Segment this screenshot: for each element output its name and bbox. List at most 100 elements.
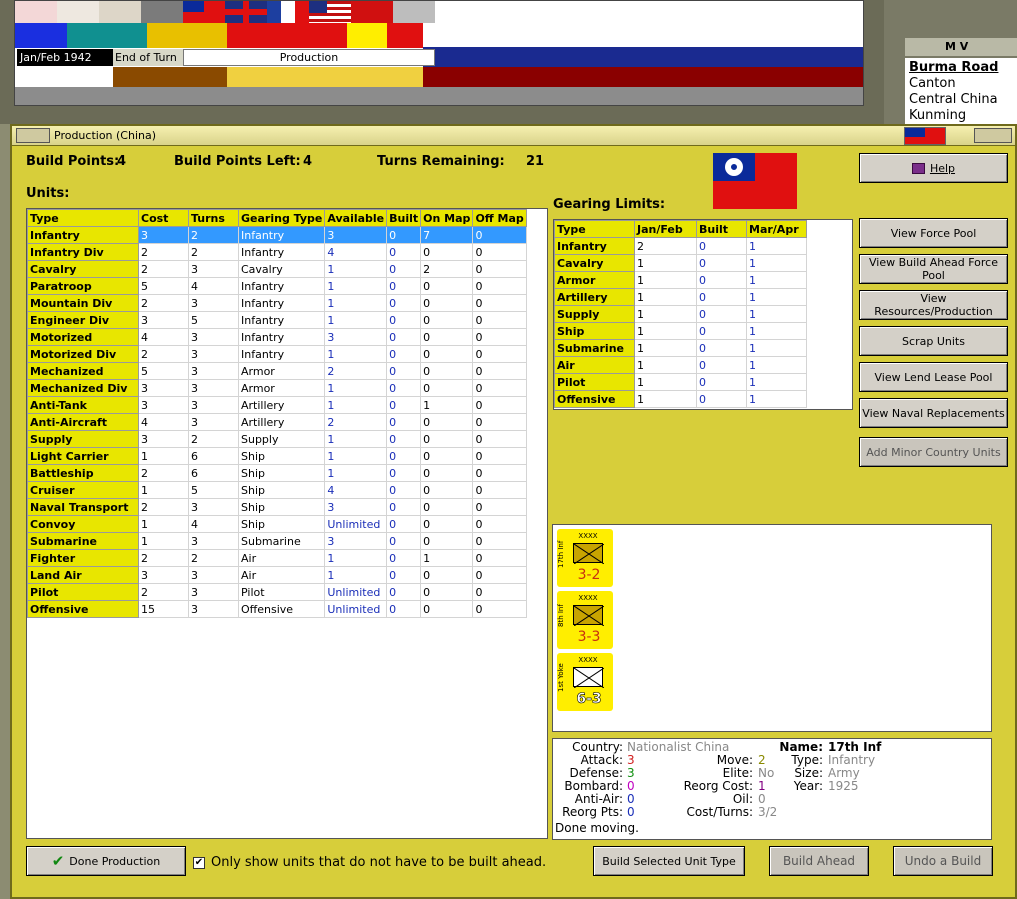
units-column-header[interactable]: Available xyxy=(324,209,388,227)
units-cell[interactable]: Cruiser xyxy=(27,481,139,499)
units-cell[interactable]: 3 xyxy=(188,498,239,516)
units-cell[interactable]: 0 xyxy=(386,328,422,346)
view-force-pool-button[interactable]: View Force Pool xyxy=(859,218,1008,248)
units-column-header[interactable]: Off Map xyxy=(472,209,527,227)
units-cell[interactable]: 3 xyxy=(188,294,239,312)
units-cell[interactable]: 3 xyxy=(324,498,388,516)
units-cell[interactable]: 3 xyxy=(138,566,189,584)
units-cell[interactable]: 0 xyxy=(472,311,527,329)
units-cell[interactable]: 1 xyxy=(138,532,189,550)
units-cell[interactable]: 1 xyxy=(138,515,189,533)
units-cell[interactable]: 0 xyxy=(472,396,527,414)
units-cell[interactable]: 0 xyxy=(420,328,474,346)
units-cell[interactable]: 0 xyxy=(420,277,474,295)
units-cell[interactable]: Ship xyxy=(237,498,326,516)
window-close-button[interactable] xyxy=(974,128,1012,143)
view-resources-production-button[interactable]: View Resources/Production xyxy=(859,290,1008,320)
units-cell[interactable]: 2 xyxy=(188,243,239,261)
units-column-header[interactable]: Cost xyxy=(138,209,189,227)
units-cell[interactable]: 0 xyxy=(386,379,422,397)
units-cell[interactable]: 3 xyxy=(138,430,189,448)
units-cell[interactable]: 0 xyxy=(472,243,527,261)
window-menu-button[interactable] xyxy=(16,128,50,143)
flag-icon[interactable] xyxy=(393,1,435,23)
units-cell[interactable]: Air xyxy=(237,549,326,567)
units-cell[interactable]: 0 xyxy=(472,345,527,363)
units-table-row[interactable]: Offensive 15 3 Offensive Unlimited 0 0 0 xyxy=(27,600,527,618)
units-cell[interactable]: 1 xyxy=(324,379,388,397)
units-cell[interactable]: 1 xyxy=(324,311,388,329)
units-cell[interactable]: 2 xyxy=(138,464,189,482)
units-cell[interactable]: 0 xyxy=(386,362,422,380)
units-cell[interactable]: Artillery xyxy=(237,396,326,414)
units-cell[interactable]: 0 xyxy=(386,260,422,278)
units-cell[interactable]: 0 xyxy=(386,515,422,533)
units-cell[interactable]: 3 xyxy=(188,583,239,601)
units-cell[interactable]: Battleship xyxy=(27,464,139,482)
units-cell[interactable]: 3 xyxy=(188,345,239,363)
units-cell[interactable]: 6 xyxy=(188,447,239,465)
units-cell[interactable]: 1 xyxy=(324,430,388,448)
units-cell[interactable]: 15 xyxy=(138,600,189,618)
units-table-row[interactable]: Infantry 3 2 Infantry 3 0 7 0 xyxy=(27,226,527,244)
ussr-flag-icon[interactable] xyxy=(351,1,393,23)
units-cell[interactable]: Land Air xyxy=(27,566,139,584)
units-cell[interactable]: Unlimited xyxy=(324,515,388,533)
location-item[interactable]: Canton xyxy=(909,76,1013,92)
units-table-row[interactable]: Battleship 2 6 Ship 1 0 0 0 xyxy=(27,464,527,482)
units-cell[interactable]: 3 xyxy=(324,226,388,244)
units-table-row[interactable]: Anti-Aircraft 4 3 Artillery 2 0 0 0 xyxy=(27,413,527,431)
units-cell[interactable]: 0 xyxy=(386,311,422,329)
units-cell[interactable]: Engineer Div xyxy=(27,311,139,329)
units-cell[interactable]: 0 xyxy=(386,532,422,550)
units-cell[interactable]: 7 xyxy=(420,226,474,244)
uk-flag-icon[interactable] xyxy=(225,1,267,23)
units-cell[interactable]: Ship xyxy=(237,481,326,499)
units-cell[interactable]: Ship xyxy=(237,447,326,465)
units-cell[interactable]: 0 xyxy=(386,243,422,261)
units-cell[interactable]: 0 xyxy=(472,260,527,278)
units-cell[interactable]: 3 xyxy=(138,311,189,329)
build-ahead-filter-label[interactable]: Only show units that do not have to be b… xyxy=(211,855,546,870)
units-table-row[interactable]: Motorized Div 2 3 Infantry 1 0 0 0 xyxy=(27,345,527,363)
units-cell[interactable]: Anti-Tank xyxy=(27,396,139,414)
units-cell[interactable]: Submarine xyxy=(27,532,139,550)
build-ahead-filter-checkbox[interactable]: ✔ xyxy=(193,857,205,869)
units-cell[interactable]: 4 xyxy=(188,515,239,533)
view-lend-lease-pool-button[interactable]: View Lend Lease Pool xyxy=(859,362,1008,392)
units-cell[interactable]: 3 xyxy=(188,413,239,431)
flag-icon[interactable] xyxy=(57,1,99,23)
units-cell[interactable]: 0 xyxy=(386,294,422,312)
units-table-row[interactable]: Engineer Div 3 5 Infantry 1 0 0 0 xyxy=(27,311,527,329)
units-cell[interactable]: 0 xyxy=(386,447,422,465)
units-cell[interactable]: Pilot xyxy=(237,583,326,601)
units-cell[interactable]: 0 xyxy=(472,515,527,533)
units-cell[interactable]: 0 xyxy=(386,396,422,414)
units-cell[interactable]: 0 xyxy=(420,583,474,601)
units-cell[interactable]: 2 xyxy=(324,413,388,431)
units-cell[interactable]: 2 xyxy=(138,498,189,516)
units-cell[interactable]: Motorized Div xyxy=(27,345,139,363)
units-cell[interactable]: 1 xyxy=(138,447,189,465)
units-cell[interactable]: 2 xyxy=(138,260,189,278)
units-cell[interactable]: 6 xyxy=(188,464,239,482)
units-cell[interactable]: 0 xyxy=(472,226,527,244)
units-cell[interactable]: 0 xyxy=(472,328,527,346)
units-cell[interactable]: Infantry xyxy=(237,277,326,295)
units-cell[interactable]: Armor xyxy=(237,362,326,380)
units-cell[interactable]: 0 xyxy=(386,498,422,516)
units-cell[interactable]: 3 xyxy=(188,379,239,397)
usa-flag-icon[interactable] xyxy=(309,1,351,23)
units-column-header[interactable]: Turns xyxy=(188,209,239,227)
units-cell[interactable]: Supply xyxy=(237,430,326,448)
help-button[interactable]: Help xyxy=(859,153,1008,183)
units-table-row[interactable]: Mountain Div 2 3 Infantry 1 0 0 0 xyxy=(27,294,527,312)
units-cell[interactable]: 0 xyxy=(420,345,474,363)
add-minor-country-units-button[interactable]: Add Minor Country Units xyxy=(859,437,1008,467)
units-cell[interactable]: Infantry xyxy=(237,226,326,244)
units-cell[interactable]: Convoy xyxy=(27,515,139,533)
units-table-row[interactable]: Cruiser 1 5 Ship 4 0 0 0 xyxy=(27,481,527,499)
location-item[interactable]: Kunming xyxy=(909,108,1013,124)
units-cell[interactable]: 3 xyxy=(188,328,239,346)
units-cell[interactable]: Supply xyxy=(27,430,139,448)
